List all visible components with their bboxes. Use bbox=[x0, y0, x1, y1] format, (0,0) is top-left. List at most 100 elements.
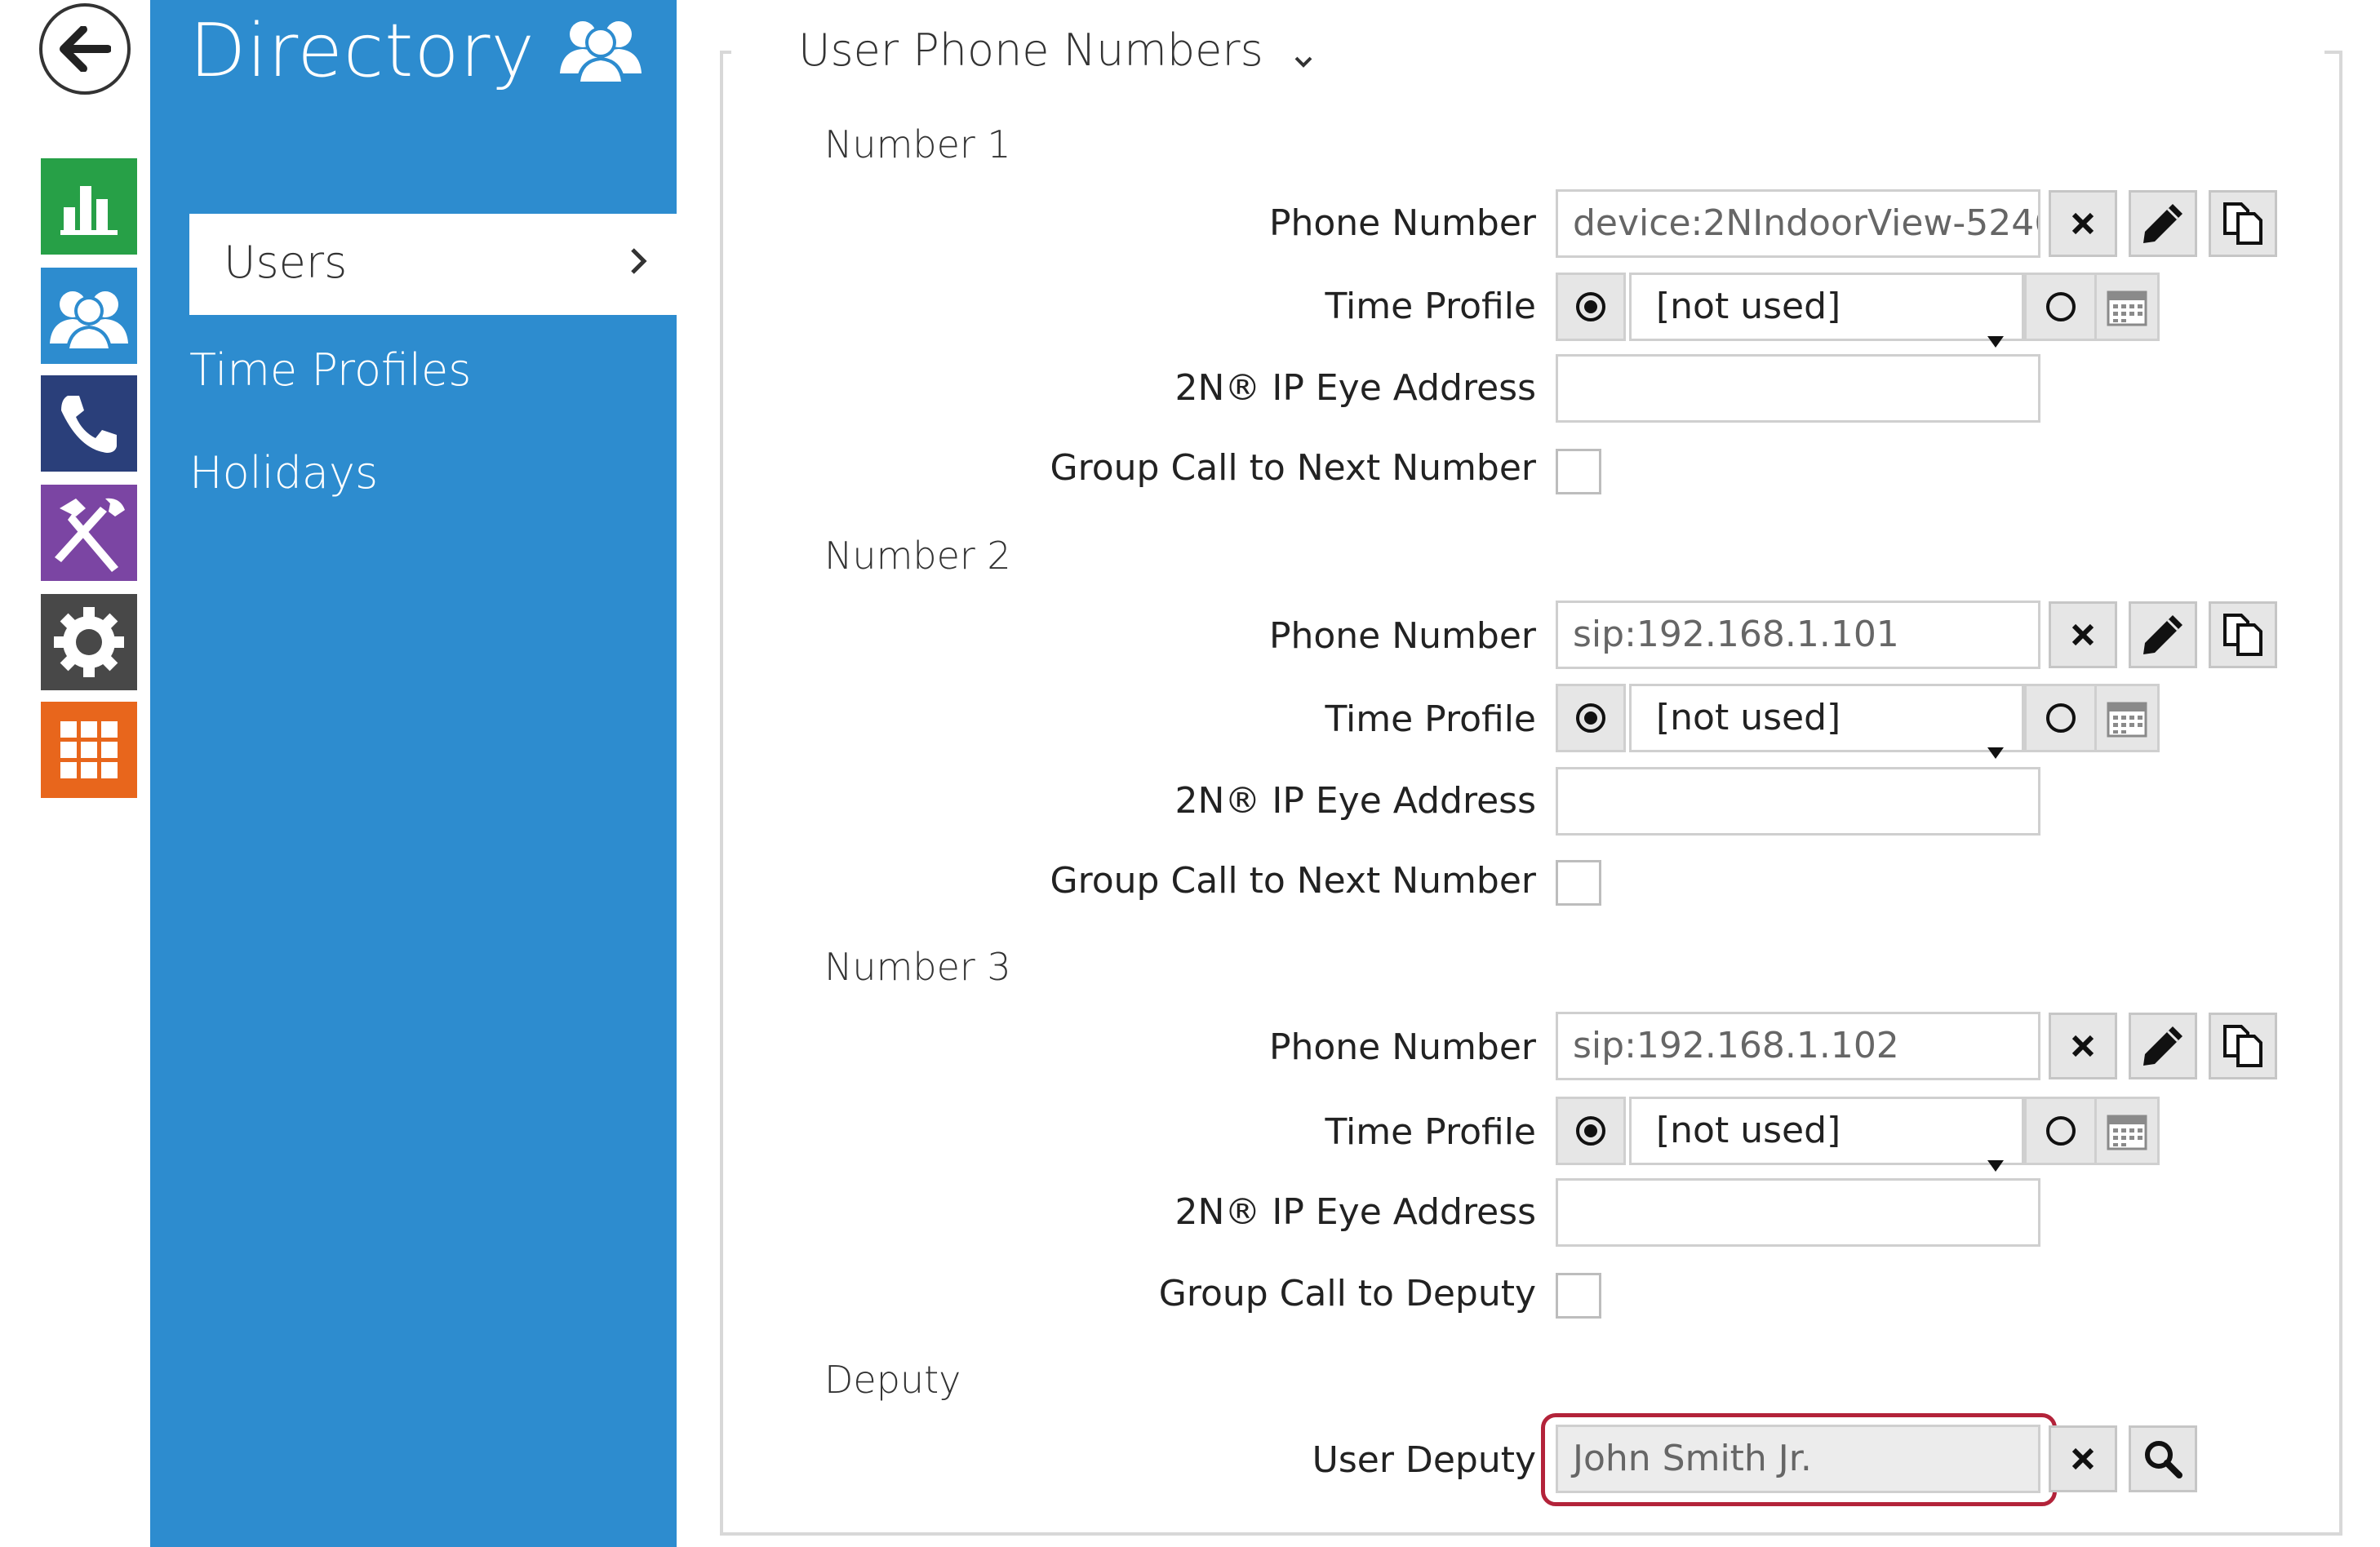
radio-unselected-icon bbox=[2045, 292, 2076, 321]
phone-number-input-2[interactable]: sip:192.168.1.101 bbox=[1556, 601, 2040, 669]
time-profile-label: Time Profile bbox=[1325, 1111, 1536, 1153]
group-call-label: Group Call to Deputy bbox=[1158, 1273, 1536, 1314]
edit-button[interactable] bbox=[2129, 1013, 2197, 1079]
radio-unselected-icon bbox=[2045, 1116, 2076, 1146]
calendar-icon bbox=[2107, 290, 2147, 326]
phone-number-label: Phone Number bbox=[1268, 615, 1536, 657]
copy-icon bbox=[2223, 1025, 2262, 1067]
pencil-icon bbox=[2143, 615, 2182, 654]
time-profile-radio-calendar[interactable] bbox=[2024, 273, 2094, 341]
clear-button[interactable] bbox=[2049, 1013, 2117, 1079]
chevron-down-icon bbox=[1294, 28, 1313, 79]
phone-number-label: Phone Number bbox=[1268, 202, 1536, 244]
group-call-label: Group Call to Next Number bbox=[1050, 860, 1536, 902]
tools-icon bbox=[55, 498, 125, 572]
frame-border bbox=[2324, 51, 2342, 54]
directory-tile[interactable] bbox=[41, 268, 137, 364]
phone-icon bbox=[61, 396, 117, 453]
user-deputy-label: User Deputy bbox=[1312, 1439, 1536, 1481]
chevron-right-icon bbox=[629, 246, 647, 279]
radio-selected-icon bbox=[1576, 703, 1605, 733]
copy-button[interactable] bbox=[2209, 601, 2277, 668]
pencil-icon bbox=[2143, 204, 2182, 243]
group-call-label: Group Call to Next Number bbox=[1050, 447, 1536, 489]
time-profile-select-1[interactable]: [not used] bbox=[1629, 273, 2024, 348]
calendar-button[interactable] bbox=[2094, 1097, 2160, 1165]
phone-number-input-1[interactable]: device:2NIndoorView-5246 bbox=[1556, 189, 2040, 258]
ip-eye-input-3[interactable] bbox=[1556, 1178, 2040, 1247]
copy-icon bbox=[2223, 614, 2262, 656]
arrow-left-icon bbox=[60, 26, 111, 72]
ip-eye-label: 2N® IP Eye Address bbox=[1174, 1191, 1536, 1233]
menu-item-holidays[interactable]: Holidays bbox=[189, 447, 378, 499]
group-deputy: Deputy bbox=[824, 1358, 961, 1402]
ip-eye-label: 2N® IP Eye Address bbox=[1174, 367, 1536, 409]
close-icon bbox=[2071, 1447, 2094, 1470]
time-profile-label: Time Profile bbox=[1325, 286, 1536, 327]
clear-button[interactable] bbox=[2049, 601, 2117, 668]
copy-button[interactable] bbox=[2209, 190, 2277, 257]
edit-button[interactable] bbox=[2129, 190, 2197, 257]
frame-border bbox=[720, 51, 731, 54]
bar-chart-icon bbox=[60, 186, 118, 235]
time-profile-value: [not used] bbox=[1656, 1110, 1841, 1151]
edit-button[interactable] bbox=[2129, 601, 2197, 668]
time-profile-select-2[interactable]: [not used] bbox=[1629, 684, 2024, 759]
group-number-1: Number 1 bbox=[824, 122, 1011, 166]
status-tile[interactable] bbox=[41, 158, 137, 255]
users-icon bbox=[558, 15, 643, 85]
copy-button[interactable] bbox=[2209, 1013, 2277, 1079]
phone-number-input-3[interactable]: sip:192.168.1.102 bbox=[1556, 1012, 2040, 1080]
ip-eye-input-1[interactable] bbox=[1556, 354, 2040, 423]
time-profile-radio-calendar[interactable] bbox=[2024, 684, 2094, 752]
phone-number-label: Phone Number bbox=[1268, 1026, 1536, 1068]
close-icon bbox=[2071, 212, 2094, 235]
time-profile-label: Time Profile bbox=[1325, 698, 1536, 740]
menu-item-label: Users bbox=[224, 237, 348, 288]
group-call-checkbox-1[interactable] bbox=[1556, 449, 1601, 494]
menu-item-time-profiles[interactable]: Time Profiles bbox=[189, 344, 471, 396]
services-tile[interactable] bbox=[41, 702, 137, 798]
menu-item-users[interactable]: Users bbox=[189, 214, 677, 315]
ip-eye-label: 2N® IP Eye Address bbox=[1174, 780, 1536, 822]
group-number-2: Number 2 bbox=[824, 534, 1011, 578]
calendar-icon bbox=[2107, 1115, 2147, 1150]
frame-border bbox=[720, 1532, 2342, 1536]
grid-icon bbox=[60, 721, 118, 778]
gear-icon bbox=[54, 607, 124, 677]
time-profile-value: [not used] bbox=[1656, 697, 1841, 738]
calendar-button[interactable] bbox=[2094, 684, 2160, 752]
group-call-checkbox-3[interactable] bbox=[1556, 1273, 1601, 1319]
time-profile-radio-calendar[interactable] bbox=[2024, 1097, 2094, 1165]
calls-tile[interactable] bbox=[41, 375, 137, 472]
user-deputy-input[interactable]: John Smith Jr. bbox=[1556, 1425, 2040, 1493]
back-button[interactable] bbox=[39, 3, 131, 95]
radio-unselected-icon bbox=[2045, 703, 2076, 733]
close-icon bbox=[2071, 623, 2094, 646]
section-header[interactable]: User Phone Numbers bbox=[798, 24, 1313, 79]
search-deputy-button[interactable] bbox=[2129, 1425, 2197, 1492]
menu-title: Directory bbox=[189, 8, 535, 94]
time-profile-radio-select[interactable] bbox=[1556, 684, 1626, 752]
search-icon bbox=[2145, 1441, 2182, 1478]
section-title: User Phone Numbers bbox=[798, 24, 1263, 76]
clear-button[interactable] bbox=[2049, 190, 2117, 257]
calendar-button[interactable] bbox=[2094, 273, 2160, 341]
group-call-checkbox-2[interactable] bbox=[1556, 860, 1601, 906]
directory-menu: Directory Users Time Profiles Holidays bbox=[150, 0, 677, 1547]
radio-selected-icon bbox=[1576, 1116, 1605, 1146]
system-tile[interactable] bbox=[41, 594, 137, 690]
time-profile-value: [not used] bbox=[1656, 286, 1841, 327]
pencil-icon bbox=[2143, 1026, 2182, 1066]
frame-border bbox=[720, 51, 723, 1536]
calendar-icon bbox=[2107, 702, 2147, 738]
radio-selected-icon bbox=[1576, 292, 1605, 321]
frame-border bbox=[2339, 51, 2342, 1536]
hardware-tile[interactable] bbox=[41, 485, 137, 581]
copy-icon bbox=[2223, 202, 2262, 245]
time-profile-radio-select[interactable] bbox=[1556, 273, 1626, 341]
ip-eye-input-2[interactable] bbox=[1556, 767, 2040, 836]
time-profile-select-3[interactable]: [not used] bbox=[1629, 1097, 2024, 1172]
time-profile-radio-select[interactable] bbox=[1556, 1097, 1626, 1165]
clear-deputy-button[interactable] bbox=[2049, 1425, 2117, 1492]
